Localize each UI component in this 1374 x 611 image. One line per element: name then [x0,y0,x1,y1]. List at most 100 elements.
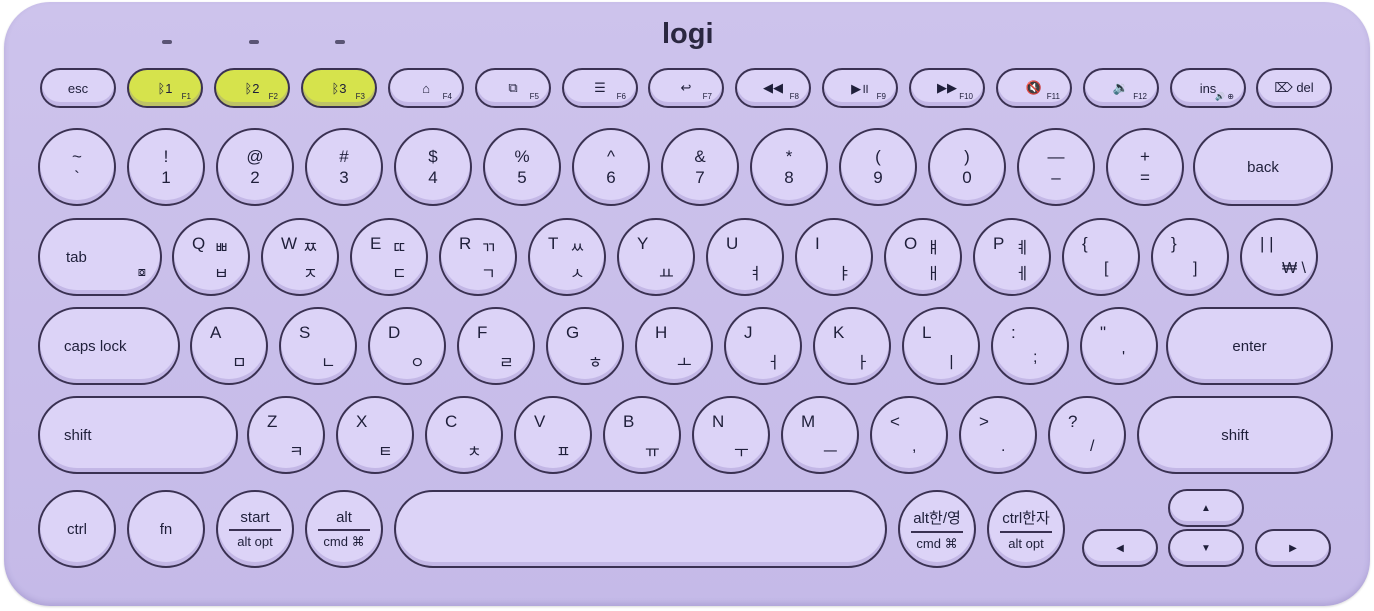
z-row-key-8[interactable]: > . [959,396,1037,474]
start-alt-opt-key[interactable]: start alt opt [216,490,294,568]
fn-sub-label: F8 [789,92,799,101]
home-key[interactable]: ⌂ F4 [388,68,464,108]
a-row-key-9[interactable]: : ; [991,307,1069,385]
spacebar[interactable] [394,490,887,568]
q-row-key-9[interactable]: P ㅖ ㅔ [973,218,1051,296]
num-key-6[interactable]: ^ 6 [572,128,650,206]
z-row-key-4[interactable]: B ㅠ [603,396,681,474]
back-nav-key[interactable]: ↩ F7 [648,68,724,108]
play-pause-key[interactable]: ▶॥ F9 [822,68,898,108]
q-row-key-3[interactable]: R ㄲ ㄱ [439,218,517,296]
rewind-label: ◀◀ [763,80,783,95]
z-row-key-2[interactable]: C ㅊ [425,396,503,474]
app-switch-key[interactable]: ⧉ F5 [475,68,551,108]
z-row-key-0[interactable]: Z ㅋ [247,396,325,474]
volume-up-insert-label: ins [1199,80,1217,96]
num-key-0[interactable]: ~ ` [38,128,116,206]
bluetooth-3-key[interactable]: ᛒ3 F3 [301,68,377,108]
brand-logo: logi [662,18,714,50]
delete-key[interactable]: ⌦ del [1256,68,1332,108]
forward-label: ▶▶ [937,80,957,95]
num-key-7[interactable]: & 7 [661,128,739,206]
arrow-right-icon: ▶ [1289,542,1297,554]
num-key-12[interactable]: + = [1106,128,1184,206]
z-row-key-5[interactable]: N ㅜ [692,396,770,474]
home-label: ⌂ [422,80,430,96]
num-key-10[interactable]: ) 0 [928,128,1006,206]
z-row-key-3[interactable]: V ㅍ [514,396,592,474]
bluetooth-2-label: ᛒ2 [244,80,260,96]
q-row-key-7[interactable]: I ㅑ [795,218,873,296]
app-switch-label: ⧉ [508,80,518,95]
status-led-2 [249,40,259,44]
tab-key[interactable]: tab ⧇ [38,218,162,296]
arrow-left-icon: ◀ [1116,542,1124,554]
num-key-1[interactable]: ! 1 [127,128,205,206]
q-row-key-5[interactable]: Y ㅛ [617,218,695,296]
bluetooth-2-key[interactable]: ᛒ2 F2 [214,68,290,108]
fn-sub-label: F12 [1133,92,1147,101]
alt-hangul-key[interactable]: alt한/영 cmd ⌘ [898,490,976,568]
a-row-key-1[interactable]: S ㄴ [279,307,357,385]
a-row-key-7[interactable]: K ㅏ [813,307,891,385]
num-key-11[interactable]: — – [1017,128,1095,206]
q-row-key-12[interactable]: | | ₩ \ [1240,218,1318,296]
q-row-key-6[interactable]: U ㅕ [706,218,784,296]
z-row-key-9[interactable]: ? / [1048,396,1126,474]
fn-sub-label: F7 [702,92,712,101]
num-key-5[interactable]: % 5 [483,128,561,206]
forward-key[interactable]: ▶▶ F10 [909,68,985,108]
fn-key[interactable]: fn [127,490,205,568]
q-row-key-0[interactable]: Q ㅃ ㅂ [172,218,250,296]
num-key-3[interactable]: #3 [305,128,383,206]
arrow-down-icon: ▼ [1201,542,1211,554]
fn-sub-label: F1 [181,92,191,101]
volume-down-key[interactable]: 🔉 F12 [1083,68,1159,108]
ctrl-key[interactable]: ctrl [38,490,116,568]
esc-key[interactable]: esc [40,68,116,108]
esc-label: esc [67,80,89,96]
rewind-key[interactable]: ◀◀ F8 [735,68,811,108]
a-row-key-0[interactable]: A ㅁ [190,307,268,385]
arrow-down-key[interactable]: ▼ [1168,529,1244,567]
back-nav-label: ↩ [680,80,692,95]
q-row-key-8[interactable]: O ㅒ ㅐ [884,218,962,296]
q-row-key-4[interactable]: T ㅆ ㅅ [528,218,606,296]
a-row-key-4[interactable]: G ㅎ [546,307,624,385]
arrow-right-key[interactable]: ▶ [1255,529,1331,567]
num-key-9[interactable]: (9 [839,128,917,206]
q-row-key-1[interactable]: W ㅉ ㅈ [261,218,339,296]
enter-key[interactable]: enter [1166,307,1333,385]
a-row-key-6[interactable]: J ㅓ [724,307,802,385]
a-row-key-8[interactable]: L ㅣ [902,307,980,385]
caps-lock-key[interactable]: caps lock [38,307,180,385]
a-row-key-5[interactable]: H ㅗ [635,307,713,385]
mute-key[interactable]: 🔇 F11 [996,68,1072,108]
menu-key[interactable]: ☰ F6 [562,68,638,108]
alt-cmd-key[interactable]: alt cmd ⌘ [305,490,383,568]
right-shift-key[interactable]: shift [1137,396,1333,474]
fn-sub-label: F4 [442,92,452,101]
q-row-key-10[interactable]: { [ [1062,218,1140,296]
z-row-key-1[interactable]: X ㅌ [336,396,414,474]
arrow-up-key[interactable]: ▲ [1168,489,1244,527]
bluetooth-1-key[interactable]: ᛒ1 F1 [127,68,203,108]
arrow-left-key[interactable]: ◀ [1082,529,1158,567]
num-key-8[interactable]: * 8 [750,128,828,206]
a-row-key-10[interactable]: " ' [1080,307,1158,385]
q-row-key-11[interactable]: } ] [1151,218,1229,296]
back-key[interactable]: back [1193,128,1333,206]
num-key-2[interactable]: @2 [216,128,294,206]
delete-label: ⌦ del [1274,80,1314,95]
z-row-key-6[interactable]: M ㅡ [781,396,859,474]
num-key-4[interactable]: $4 [394,128,472,206]
fn-sub-label: F3 [355,92,365,101]
left-shift-key[interactable]: shift [38,396,238,474]
q-row-key-2[interactable]: E ㄸ ㄷ [350,218,428,296]
z-row-key-7[interactable]: < , [870,396,948,474]
ctrl-hanja-key[interactable]: ctrl한자 alt opt [987,490,1065,568]
a-row-key-2[interactable]: D ㅇ [368,307,446,385]
a-row-key-3[interactable]: F ㄹ [457,307,535,385]
fn-sub-label: F11 [1046,92,1060,101]
volume-up-insert-key[interactable]: ins 🔊 ⊕ [1170,68,1246,108]
